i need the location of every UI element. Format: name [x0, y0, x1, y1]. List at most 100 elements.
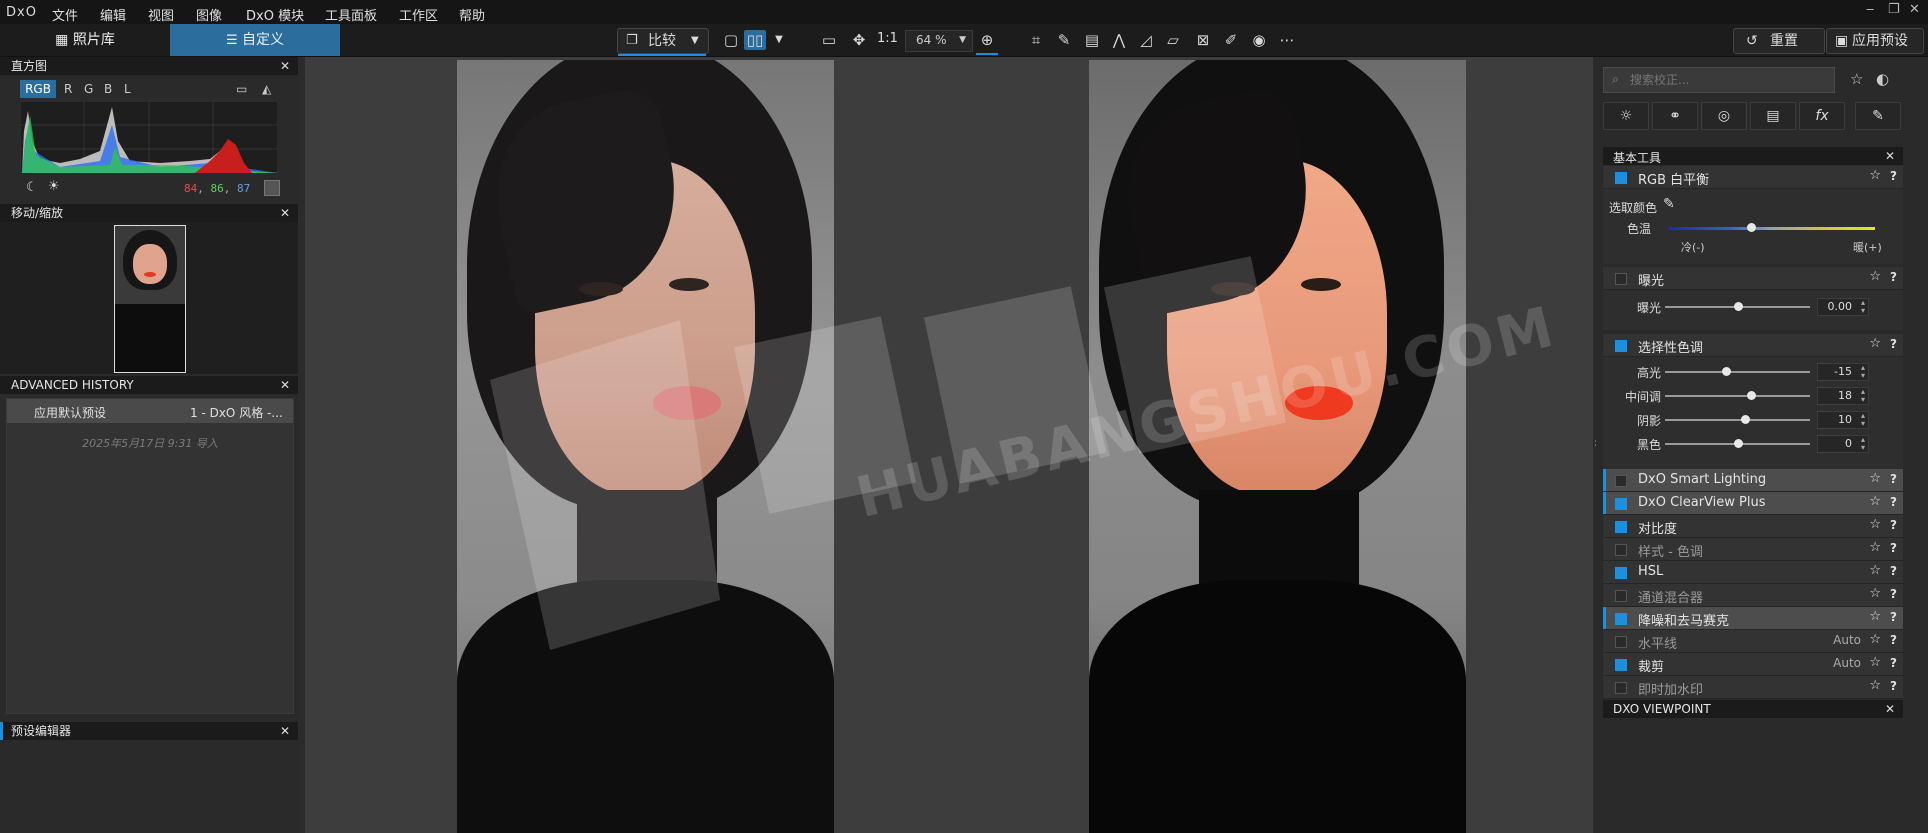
wb-temp-slider[interactable] — [1669, 227, 1875, 230]
histogram-channel-b[interactable]: B — [104, 80, 112, 98]
module-enable-checkbox[interactable] — [1615, 613, 1627, 625]
close-icon[interactable]: ✕ — [280, 722, 290, 740]
wb-temp-knob[interactable] — [1747, 223, 1756, 232]
eyedropper-icon[interactable]: ✎ — [1663, 196, 1675, 212]
star-icon[interactable]: ☆ — [1869, 269, 1881, 284]
star-icon[interactable]: ☆ — [1869, 586, 1881, 601]
eyedropper-icon[interactable]: ✎ — [1053, 30, 1075, 50]
close-icon[interactable]: ✕ — [1885, 702, 1895, 716]
move-zoom-header[interactable]: 移动/缩放 ✕ — [0, 204, 298, 222]
spinner-icon[interactable]: ▴ ▾ — [1861, 412, 1865, 428]
star-icon[interactable]: ☆ — [1869, 336, 1881, 351]
help-icon[interactable]: ? — [1890, 610, 1897, 624]
geometry-tools-icon[interactable]: ▤ — [1750, 102, 1796, 130]
exposure-enable-checkbox[interactable] — [1615, 273, 1627, 285]
module-row[interactable]: 样式 - 色调 ☆? — [1603, 538, 1903, 561]
zoom-in-icon[interactable]: ⊕ — [976, 30, 998, 55]
close-icon[interactable]: ✕ — [280, 57, 290, 75]
close-window-icon[interactable]: ✕ — [1909, 2, 1920, 17]
module-row[interactable]: 水平线 Auto ☆? — [1603, 630, 1903, 653]
help-icon[interactable]: ? — [1890, 337, 1897, 351]
favorites-star-icon[interactable]: ☆ — [1850, 70, 1863, 88]
perspective-2-icon[interactable]: ◿ — [1135, 30, 1157, 50]
module-enable-checkbox[interactable] — [1615, 659, 1627, 671]
crop-icon[interactable]: ⌗ — [1025, 30, 1047, 50]
soft-proof-icon[interactable]: ◭ — [262, 82, 271, 96]
perspective-icon[interactable]: ⋀ — [1108, 30, 1130, 50]
blacks-value-field[interactable]: 0 ▴ ▾ — [1817, 435, 1869, 453]
exposure-slider-knob[interactable] — [1733, 302, 1743, 311]
star-icon[interactable]: ☆ — [1869, 540, 1881, 555]
spinner-icon[interactable]: ▴ ▾ — [1861, 364, 1865, 380]
histogram-channel-g[interactable]: G — [84, 80, 93, 98]
spinner-icon[interactable]: ▴ ▾ — [1861, 436, 1865, 452]
wb-module-header[interactable]: RGB 白平衡 ☆ ? — [1603, 166, 1903, 189]
module-enable-checkbox[interactable] — [1615, 498, 1627, 510]
monitor-icon[interactable]: ▭ — [236, 82, 247, 96]
close-icon[interactable]: ✕ — [1885, 149, 1895, 163]
preset-editor-header[interactable]: 预设编辑器 ✕ — [0, 722, 298, 740]
help-icon[interactable]: ? — [1890, 564, 1897, 578]
menu-tool-panels[interactable]: 工具面板 — [325, 5, 377, 24]
module-row[interactable]: 通道混合器 ☆? — [1603, 584, 1903, 607]
viewpoint-header[interactable]: DXO VIEWPOINT ✕ — [1603, 700, 1903, 718]
help-icon[interactable]: ? — [1890, 495, 1897, 509]
menu-edit[interactable]: 编辑 — [100, 5, 126, 24]
watermark-icon[interactable]: ⋯ — [1276, 30, 1298, 50]
help-icon[interactable]: ? — [1890, 633, 1897, 647]
highlights-value-field[interactable]: -15 ▴ ▾ — [1817, 363, 1869, 381]
selective-tone-module-header[interactable]: 选择性色调 ☆ ? — [1603, 334, 1903, 357]
midtones-slider-track[interactable] — [1665, 395, 1810, 397]
module-enable-checkbox[interactable] — [1615, 521, 1627, 533]
repair-icon[interactable]: ✐ — [1220, 30, 1242, 50]
menu-image[interactable]: 图像 — [196, 5, 222, 24]
menu-file[interactable]: 文件 — [52, 5, 78, 24]
star-icon[interactable]: ☆ — [1869, 494, 1881, 509]
color-tools-icon[interactable]: ⚭ — [1652, 102, 1698, 130]
navigator-thumbnail[interactable] — [114, 225, 186, 373]
zoom-1-1-button[interactable]: 1:1 — [877, 31, 898, 46]
star-icon[interactable]: ☆ — [1869, 471, 1881, 486]
side-by-side-icon[interactable]: ▯▯ — [744, 30, 766, 50]
compare-button[interactable]: ❐ 比较 ▼ — [617, 28, 709, 56]
search-input[interactable] — [1628, 71, 1828, 89]
shadows-value-field[interactable]: 10 ▴ ▾ — [1817, 411, 1869, 429]
star-icon[interactable]: ☆ — [1869, 609, 1881, 624]
histogram-header[interactable]: 直方图 ✕ — [0, 57, 298, 75]
local-adjust-icon[interactable]: ⊠ — [1192, 30, 1214, 50]
module-row[interactable]: 裁剪 Auto ☆? — [1603, 653, 1903, 676]
help-icon[interactable]: ? — [1890, 656, 1897, 670]
module-enable-checkbox[interactable] — [1615, 544, 1627, 556]
spinner-icon[interactable]: ▴ ▾ — [1861, 388, 1865, 404]
history-header[interactable]: ADVANCED HISTORY ✕ — [0, 376, 298, 394]
module-enable-checkbox[interactable] — [1615, 567, 1627, 579]
single-view-icon[interactable]: ▢ — [720, 30, 742, 50]
histogram-channel-r[interactable]: R — [64, 80, 72, 98]
navigator-area[interactable] — [0, 222, 298, 374]
close-icon[interactable]: ✕ — [280, 376, 290, 394]
menu-help[interactable]: 帮助 — [459, 5, 485, 24]
local-adjust-tools-icon[interactable]: ✎ — [1855, 102, 1901, 130]
star-icon[interactable]: ☆ — [1869, 563, 1881, 578]
star-icon[interactable]: ☆ — [1869, 655, 1881, 670]
help-icon[interactable]: ? — [1890, 270, 1897, 284]
horizon-icon[interactable]: ▤ — [1081, 30, 1103, 50]
pan-move-icon[interactable]: ✥ — [848, 30, 870, 50]
help-icon[interactable]: ? — [1890, 518, 1897, 532]
wb-enable-checkbox[interactable] — [1615, 172, 1627, 184]
detail-tools-icon[interactable]: ◎ — [1701, 102, 1747, 130]
effects-fx-icon[interactable]: fx — [1799, 102, 1845, 130]
help-icon[interactable]: ? — [1890, 587, 1897, 601]
apply-preset-button[interactable]: ▣ 应用预设 — [1826, 28, 1924, 54]
module-enable-checkbox[interactable] — [1615, 682, 1627, 694]
midtones-value-field[interactable]: 18 ▴ ▾ — [1817, 387, 1869, 405]
tab-customize[interactable]: ☰ 自定义 — [170, 24, 340, 56]
perspective-3-icon[interactable]: ▱ — [1162, 30, 1184, 50]
reset-button[interactable]: ↺ 重置 — [1733, 28, 1825, 54]
basic-tools-header[interactable]: 基本工具 ✕ — [1603, 147, 1903, 165]
module-row[interactable]: HSL ☆? — [1603, 561, 1903, 584]
midtones-slider-knob[interactable] — [1746, 391, 1756, 400]
tab-photo-library[interactable]: ▦ 照片库 — [0, 24, 170, 56]
help-icon[interactable]: ? — [1890, 541, 1897, 555]
toggle-icon[interactable]: ◐ — [1876, 70, 1889, 88]
